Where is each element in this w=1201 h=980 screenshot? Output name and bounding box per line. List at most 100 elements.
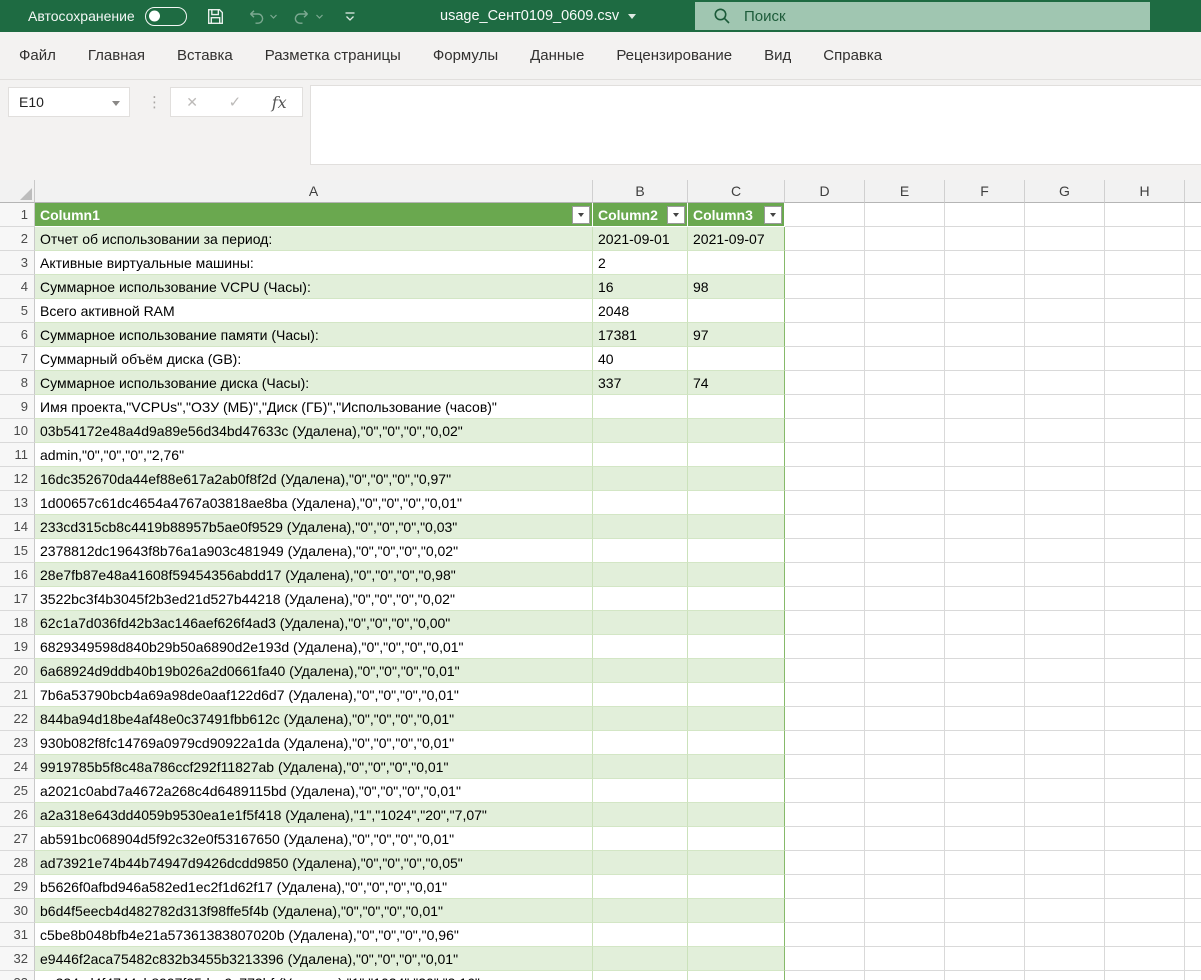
cell-e27[interactable] bbox=[865, 827, 945, 851]
cell-h26[interactable] bbox=[1105, 803, 1185, 827]
cell-c7[interactable] bbox=[688, 347, 785, 371]
row-header-32[interactable]: 32 bbox=[0, 947, 35, 971]
cell-e15[interactable] bbox=[865, 539, 945, 563]
filter-button-column1[interactable] bbox=[572, 206, 590, 224]
cell-a31[interactable]: c5be8b048bfb4e21a57361383807020b (Удален… bbox=[35, 923, 593, 947]
cell-a16[interactable]: 28e7fb87e48a41608f59454356abdd17 (Удален… bbox=[35, 563, 593, 587]
cell-h22[interactable] bbox=[1105, 707, 1185, 731]
cell-a30[interactable]: b6d4f5eecb4d482782d313f98ffe5f4b (Удален… bbox=[35, 899, 593, 923]
ribbon-tab-home[interactable]: Главная bbox=[72, 32, 161, 79]
table-header-cell-b1[interactable]: Column2 bbox=[593, 203, 688, 227]
cell-d31[interactable] bbox=[785, 923, 865, 947]
cell-b12[interactable] bbox=[593, 467, 688, 491]
cell-g11[interactable] bbox=[1025, 443, 1105, 467]
cell-f14[interactable] bbox=[945, 515, 1025, 539]
undo-menu-caret-icon[interactable] bbox=[269, 7, 278, 25]
cell-h25[interactable] bbox=[1105, 779, 1185, 803]
cell-c8[interactable]: 74 bbox=[688, 371, 785, 395]
cell-h1[interactable] bbox=[1105, 203, 1185, 227]
cell-f33[interactable] bbox=[945, 971, 1025, 980]
cell-c3[interactable] bbox=[688, 251, 785, 275]
cell-c18[interactable] bbox=[688, 611, 785, 635]
cell-f27[interactable] bbox=[945, 827, 1025, 851]
cell-e20[interactable] bbox=[865, 659, 945, 683]
cell-a12[interactable]: 16dc352670da44ef88e617a2ab0f8f2d (Удален… bbox=[35, 467, 593, 491]
cell-a8[interactable]: Суммарное использование диска (Часы): bbox=[35, 371, 593, 395]
cell-f12[interactable] bbox=[945, 467, 1025, 491]
cell-h8[interactable] bbox=[1105, 371, 1185, 395]
cell-e8[interactable] bbox=[865, 371, 945, 395]
cell-e18[interactable] bbox=[865, 611, 945, 635]
cell-f2[interactable] bbox=[945, 227, 1025, 251]
autosave-toggle[interactable] bbox=[145, 7, 187, 26]
row-header-23[interactable]: 23 bbox=[0, 731, 35, 755]
row-header-30[interactable]: 30 bbox=[0, 899, 35, 923]
cell-c13[interactable] bbox=[688, 491, 785, 515]
cell-c15[interactable] bbox=[688, 539, 785, 563]
cell-a24[interactable]: 9919785b5f8c48a786ccf292f11827ab (Удален… bbox=[35, 755, 593, 779]
cell-c22[interactable] bbox=[688, 707, 785, 731]
cell-f5[interactable] bbox=[945, 299, 1025, 323]
cell-h10[interactable] bbox=[1105, 419, 1185, 443]
cell-f30[interactable] bbox=[945, 899, 1025, 923]
cell-a23[interactable]: 930b082f8fc14769a0979cd90922a1da (Удален… bbox=[35, 731, 593, 755]
cell-h3[interactable] bbox=[1105, 251, 1185, 275]
cell-a21[interactable]: 7b6a53790bcb4a69a98de0aaf122d6d7 (Удален… bbox=[35, 683, 593, 707]
cell-c19[interactable] bbox=[688, 635, 785, 659]
cell-e23[interactable] bbox=[865, 731, 945, 755]
cell-g4[interactable] bbox=[1025, 275, 1105, 299]
cell-f4[interactable] bbox=[945, 275, 1025, 299]
row-header-24[interactable]: 24 bbox=[0, 755, 35, 779]
cell-d24[interactable] bbox=[785, 755, 865, 779]
cell-g1[interactable] bbox=[1025, 203, 1105, 227]
cell-f15[interactable] bbox=[945, 539, 1025, 563]
cell-g23[interactable] bbox=[1025, 731, 1105, 755]
row-header-1[interactable]: 1 bbox=[0, 203, 35, 227]
cell-d5[interactable] bbox=[785, 299, 865, 323]
cell-f20[interactable] bbox=[945, 659, 1025, 683]
cell-c10[interactable] bbox=[688, 419, 785, 443]
cell-e3[interactable] bbox=[865, 251, 945, 275]
cell-f7[interactable] bbox=[945, 347, 1025, 371]
cell-a28[interactable]: ad73921e74b44b74947d9426dcdd9850 (Удален… bbox=[35, 851, 593, 875]
undo-button[interactable] bbox=[246, 6, 278, 26]
row-header-18[interactable]: 18 bbox=[0, 611, 35, 635]
row-header-2[interactable]: 2 bbox=[0, 227, 35, 251]
cell-g31[interactable] bbox=[1025, 923, 1105, 947]
cell-g7[interactable] bbox=[1025, 347, 1105, 371]
cell-c31[interactable] bbox=[688, 923, 785, 947]
cell-f21[interactable] bbox=[945, 683, 1025, 707]
cell-g10[interactable] bbox=[1025, 419, 1105, 443]
cell-e9[interactable] bbox=[865, 395, 945, 419]
cell-c14[interactable] bbox=[688, 515, 785, 539]
cell-a26[interactable]: a2a318e643dd4059b9530ea1e1f5f418 (Удален… bbox=[35, 803, 593, 827]
search-box[interactable] bbox=[695, 2, 1150, 30]
cell-g24[interactable] bbox=[1025, 755, 1105, 779]
cell-e24[interactable] bbox=[865, 755, 945, 779]
cell-e10[interactable] bbox=[865, 419, 945, 443]
cell-c23[interactable] bbox=[688, 731, 785, 755]
cell-d3[interactable] bbox=[785, 251, 865, 275]
cell-e13[interactable] bbox=[865, 491, 945, 515]
cell-c30[interactable] bbox=[688, 899, 785, 923]
table-header-cell-c1[interactable]: Column3 bbox=[688, 203, 785, 227]
cell-f17[interactable] bbox=[945, 587, 1025, 611]
redo-button[interactable] bbox=[292, 6, 324, 26]
cell-a3[interactable]: Активные виртуальные машины: bbox=[35, 251, 593, 275]
cell-d4[interactable] bbox=[785, 275, 865, 299]
cell-f3[interactable] bbox=[945, 251, 1025, 275]
cell-d32[interactable] bbox=[785, 947, 865, 971]
cell-e31[interactable] bbox=[865, 923, 945, 947]
cell-c11[interactable] bbox=[688, 443, 785, 467]
cell-h13[interactable] bbox=[1105, 491, 1185, 515]
cell-b22[interactable] bbox=[593, 707, 688, 731]
row-header-4[interactable]: 4 bbox=[0, 275, 35, 299]
cell-a18[interactable]: 62c1a7d036fd42b3ac146aef626f4ad3 (Удален… bbox=[35, 611, 593, 635]
cell-h20[interactable] bbox=[1105, 659, 1185, 683]
row-header-22[interactable]: 22 bbox=[0, 707, 35, 731]
row-header-6[interactable]: 6 bbox=[0, 323, 35, 347]
cell-d10[interactable] bbox=[785, 419, 865, 443]
cell-e28[interactable] bbox=[865, 851, 945, 875]
search-input[interactable] bbox=[744, 8, 1074, 25]
column-header-H[interactable]: H bbox=[1105, 180, 1185, 203]
